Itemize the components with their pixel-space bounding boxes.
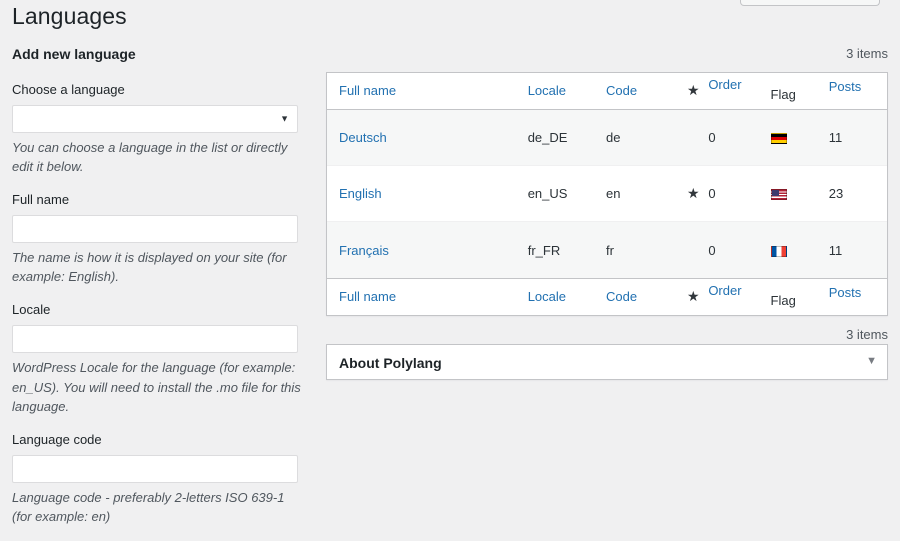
row-default-star-cell[interactable] bbox=[678, 222, 708, 278]
row-locale-cell: fr_FR bbox=[528, 222, 606, 278]
field-locale: Locale WordPress Locale for the language… bbox=[12, 301, 312, 417]
choose-language-select[interactable]: ▼ bbox=[12, 105, 298, 133]
footer-column-locale[interactable]: Locale bbox=[528, 278, 606, 315]
flag-fr-icon bbox=[771, 246, 787, 257]
items-count-top: 3 items bbox=[326, 45, 888, 63]
locale-label: Locale bbox=[12, 301, 312, 319]
field-language-code: Language code Language code - preferably… bbox=[12, 431, 312, 527]
row-flag-cell bbox=[771, 110, 829, 166]
row-posts-cell: 11 bbox=[829, 110, 887, 166]
flag-de-icon bbox=[771, 133, 787, 144]
star-icon: ★ bbox=[687, 185, 700, 201]
row-flag-cell bbox=[771, 166, 829, 222]
add-language-form: Add new language Choose a language ▼ You… bbox=[12, 45, 312, 541]
choose-language-label: Choose a language bbox=[12, 81, 312, 99]
language-name-link[interactable]: English bbox=[339, 186, 382, 201]
footer-column-locale-link[interactable]: Locale bbox=[528, 289, 566, 304]
footer-column-full-name[interactable]: Full name bbox=[327, 278, 528, 315]
column-header-full-name-link[interactable]: Full name bbox=[339, 83, 396, 98]
column-header-locale[interactable]: Locale bbox=[528, 73, 606, 110]
table-row: English en_US en ★ 0 23 bbox=[327, 166, 887, 222]
column-header-full-name[interactable]: Full name bbox=[327, 73, 528, 110]
choose-language-description: You can choose a language in the list or… bbox=[12, 138, 304, 177]
page-title: Languages bbox=[12, 2, 127, 32]
column-header-flag: Flag bbox=[771, 73, 829, 110]
footer-column-code-link[interactable]: Code bbox=[606, 289, 637, 304]
row-code-cell: de bbox=[606, 110, 678, 166]
chevron-down-icon: ▼ bbox=[280, 114, 289, 123]
footer-column-flag: Flag bbox=[771, 278, 829, 315]
row-full-name-cell[interactable]: English bbox=[327, 166, 528, 222]
footer-column-code[interactable]: Code bbox=[606, 278, 678, 315]
column-header-order-link[interactable]: Order bbox=[708, 77, 741, 92]
column-header-posts-link[interactable]: Posts bbox=[829, 79, 862, 94]
language-code-input[interactable] bbox=[12, 455, 298, 483]
table-header-row: Full name Locale Code ★ Order Flag bbox=[327, 73, 887, 110]
row-posts-cell: 11 bbox=[829, 222, 887, 278]
row-default-star-cell[interactable] bbox=[678, 110, 708, 166]
languages-table-body: Deutsch de_DE de 0 11 English en_US en bbox=[327, 110, 887, 278]
column-header-locale-link[interactable]: Locale bbox=[528, 83, 566, 98]
form-heading: Add new language bbox=[12, 45, 312, 65]
about-polylang-panel[interactable]: About Polylang ▼ bbox=[326, 344, 888, 380]
field-full-name: Full name The name is how it is displaye… bbox=[12, 191, 312, 287]
table-row: Français fr_FR fr 0 11 bbox=[327, 222, 887, 278]
column-header-order[interactable]: Order bbox=[708, 73, 770, 110]
items-count-bottom: 3 items bbox=[326, 326, 888, 344]
column-header-code-link[interactable]: Code bbox=[606, 83, 637, 98]
footer-column-flag-label: Flag bbox=[771, 293, 796, 308]
languages-table-foot: Full name Locale Code ★ Order Flag bbox=[327, 278, 887, 315]
row-full-name-cell[interactable]: Deutsch bbox=[327, 110, 528, 166]
row-full-name-cell[interactable]: Français bbox=[327, 222, 528, 278]
table-footer-row: Full name Locale Code ★ Order Flag bbox=[327, 278, 887, 315]
table-row: Deutsch de_DE de 0 11 bbox=[327, 110, 887, 166]
column-header-flag-label: Flag bbox=[771, 87, 796, 102]
row-order-cell: 0 bbox=[708, 110, 770, 166]
footer-column-posts[interactable]: Posts bbox=[829, 278, 887, 315]
languages-table-head: Full name Locale Code ★ Order Flag bbox=[327, 73, 887, 110]
languages-list-panel: 3 items Full name Locale Code ★ bbox=[326, 45, 888, 380]
language-code-label: Language code bbox=[12, 431, 312, 449]
row-flag-cell bbox=[771, 222, 829, 278]
footer-column-order[interactable]: Order bbox=[708, 278, 770, 315]
field-choose-language: Choose a language ▼ You can choose a lan… bbox=[12, 81, 312, 177]
row-locale-cell: de_DE bbox=[528, 110, 606, 166]
row-code-cell: en bbox=[606, 166, 678, 222]
full-name-label: Full name bbox=[12, 191, 312, 209]
footer-column-full-name-link[interactable]: Full name bbox=[339, 289, 396, 304]
full-name-description: The name is how it is displayed on your … bbox=[12, 248, 304, 287]
row-locale-cell: en_US bbox=[528, 166, 606, 222]
languages-table: Full name Locale Code ★ Order Flag bbox=[326, 72, 888, 316]
language-code-description: Language code - preferably 2-letters ISO… bbox=[12, 488, 304, 527]
about-polylang-title[interactable]: About Polylang bbox=[339, 354, 442, 374]
language-name-link[interactable]: Deutsch bbox=[339, 130, 387, 145]
full-name-input[interactable] bbox=[12, 215, 298, 243]
footer-column-order-link[interactable]: Order bbox=[708, 283, 741, 298]
column-header-code[interactable]: Code bbox=[606, 73, 678, 110]
locale-description: WordPress Locale for the language (for e… bbox=[12, 358, 304, 417]
footer-column-posts-link[interactable]: Posts bbox=[829, 285, 862, 300]
star-icon: ★ bbox=[687, 288, 700, 304]
row-code-cell: fr bbox=[606, 222, 678, 278]
star-icon: ★ bbox=[687, 82, 700, 98]
row-posts-cell: 23 bbox=[829, 166, 887, 222]
footer-column-default-language[interactable]: ★ bbox=[678, 278, 708, 315]
row-order-cell: 0 bbox=[708, 166, 770, 222]
locale-input[interactable] bbox=[12, 325, 298, 353]
column-header-posts[interactable]: Posts bbox=[829, 73, 887, 110]
screen-options-button[interactable]: Screen Options bbox=[740, 0, 880, 6]
chevron-down-icon[interactable]: ▼ bbox=[866, 354, 877, 369]
flag-us-icon bbox=[771, 189, 787, 200]
column-header-default-language[interactable]: ★ bbox=[678, 73, 708, 110]
language-name-link[interactable]: Français bbox=[339, 243, 389, 258]
row-default-star-cell[interactable]: ★ bbox=[678, 166, 708, 222]
row-order-cell: 0 bbox=[708, 222, 770, 278]
